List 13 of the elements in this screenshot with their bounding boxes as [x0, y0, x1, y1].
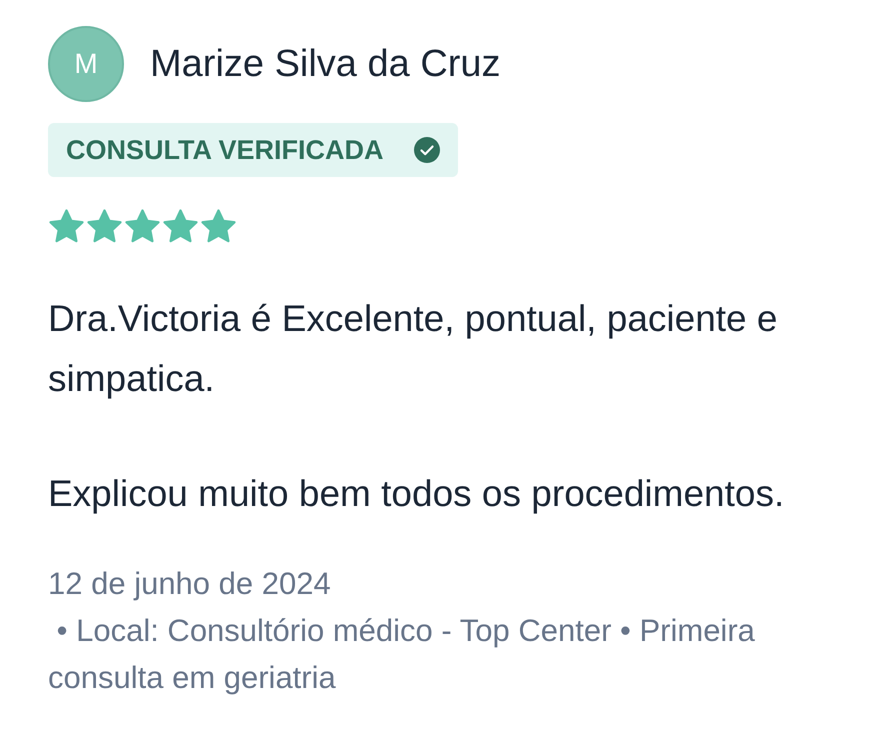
star-icon [124, 209, 161, 244]
visit-details: • Local: Consultório médico - Top Center • Primeira consulta em geriatria [48, 612, 756, 697]
review-text: Dra.Victoria é Excelente, pontual, paciente e simpatica. [48, 297, 778, 401]
check-icon [414, 137, 440, 163]
badge-label: CONSULTA VERIFICADA [66, 134, 384, 166]
review-text: Explicou muito bem todos os procedimentos. [48, 472, 786, 516]
avatar: M [48, 26, 124, 102]
star-icon [162, 209, 199, 244]
star-icon [200, 209, 237, 244]
review-date: 12 de junho de 2024 [48, 565, 332, 603]
star-icon [48, 209, 85, 244]
author-name: Marize Silva da Cruz [150, 42, 501, 86]
star-icon [86, 209, 123, 244]
